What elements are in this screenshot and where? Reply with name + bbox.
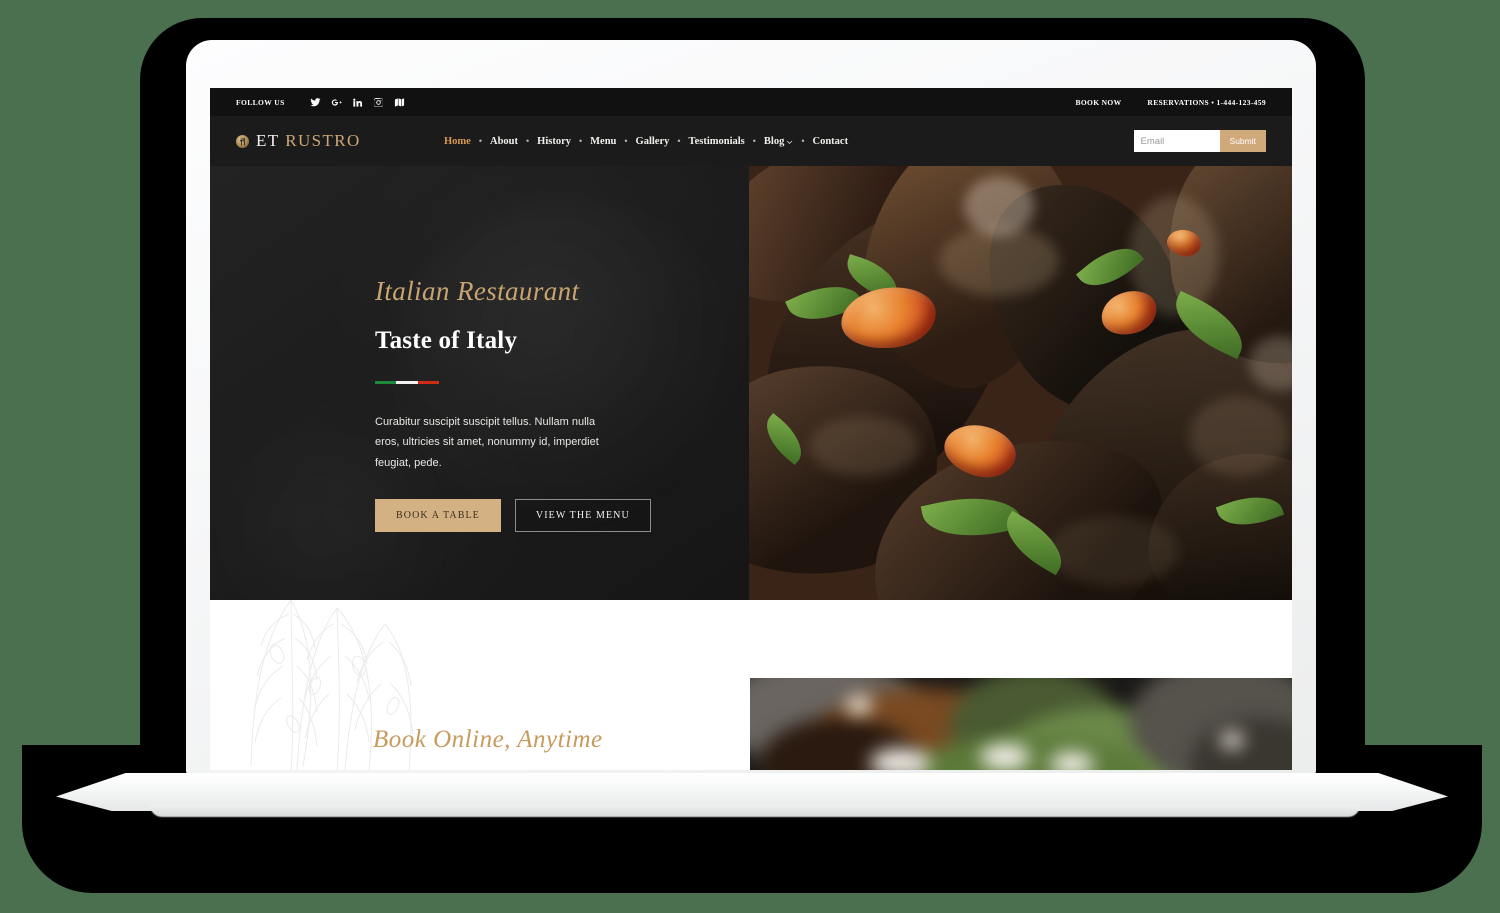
- flag-white: [396, 381, 418, 384]
- instagram-icon[interactable]: [373, 97, 384, 108]
- nav-item-blog-label: Blog: [763, 135, 785, 147]
- google-plus-icon[interactable]: [331, 97, 342, 108]
- brand-second-word: RUSTRO: [285, 131, 361, 150]
- italian-flag-divider-icon: [375, 381, 439, 384]
- follow-us-label: FOLLOW US: [236, 97, 285, 107]
- subscribe-form: Submit: [1133, 130, 1266, 152]
- main-navigation: Home • About • History • Menu • Gallery …: [436, 136, 1134, 147]
- nav-item-menu[interactable]: Menu: [582, 136, 624, 147]
- twitter-icon[interactable]: [310, 97, 321, 108]
- chevron-down-icon: [786, 138, 793, 145]
- nav-item-history[interactable]: History: [529, 136, 579, 147]
- book-a-table-button[interactable]: BOOK A TABLE: [375, 499, 501, 533]
- booking-section: Book Online, Anytime: [210, 600, 1292, 770]
- submit-button[interactable]: Submit: [1219, 130, 1266, 152]
- brand-logo[interactable]: ET RUSTRO: [236, 131, 436, 151]
- reservations-phone[interactable]: RESERVATIONS • 1-444-123-459: [1147, 98, 1266, 107]
- flag-green: [375, 381, 397, 384]
- brand-first-word: ET: [256, 131, 280, 150]
- laptop-base-lip: [150, 805, 1360, 817]
- map-icon[interactable]: [394, 97, 405, 108]
- linkedin-icon[interactable]: [352, 97, 363, 108]
- email-input[interactable]: [1133, 130, 1220, 152]
- flag-red: [417, 381, 439, 384]
- hero-section: Italian Restaurant Taste of Italy Curabi…: [210, 166, 1292, 600]
- site-header: ET RUSTRO Home • About • History • Menu …: [210, 116, 1292, 166]
- booking-heading: Book Online, Anytime: [373, 726, 603, 753]
- booking-photo: [750, 678, 1292, 770]
- hero-buttons: BOOK A TABLE VIEW THE MENU: [375, 499, 749, 533]
- hero-title: Taste of Italy: [375, 327, 518, 354]
- nav-item-gallery[interactable]: Gallery: [628, 136, 678, 147]
- topbar-right-group: BOOK NOW RESERVATIONS • 1-444-123-459: [1075, 98, 1266, 107]
- view-the-menu-button[interactable]: VIEW THE MENU: [514, 499, 651, 533]
- hero-photo-mussels: [749, 166, 1292, 600]
- social-links: [310, 97, 405, 108]
- hero-copy-panel: Italian Restaurant Taste of Italy Curabi…: [210, 166, 749, 600]
- hero-copy: Italian Restaurant Taste of Italy Curabi…: [210, 166, 749, 533]
- brand-text: ET RUSTRO: [256, 131, 361, 151]
- screenshot-stage: FOLLOW US BOOK NOW RESERVATIONS • 1-444-…: [0, 0, 1500, 913]
- restaurant-crest-icon: [236, 134, 249, 148]
- nav-item-contact[interactable]: Contact: [804, 136, 856, 147]
- hero-eyebrow: Italian Restaurant: [375, 276, 580, 306]
- book-now-link[interactable]: BOOK NOW: [1075, 98, 1121, 107]
- site-topbar: FOLLOW US BOOK NOW RESERVATIONS • 1-444-…: [210, 88, 1292, 116]
- nav-item-testimonials[interactable]: Testimonials: [681, 136, 753, 147]
- nav-item-about[interactable]: About: [482, 136, 526, 147]
- hero-body-text: Curabitur suscipit suscipit tellus. Null…: [375, 416, 599, 469]
- laptop-screen: FOLLOW US BOOK NOW RESERVATIONS • 1-444-…: [210, 88, 1292, 770]
- topbar-left-group: FOLLOW US: [236, 97, 405, 108]
- nav-item-blog[interactable]: Blog: [756, 136, 801, 147]
- nav-item-home[interactable]: Home: [436, 136, 479, 147]
